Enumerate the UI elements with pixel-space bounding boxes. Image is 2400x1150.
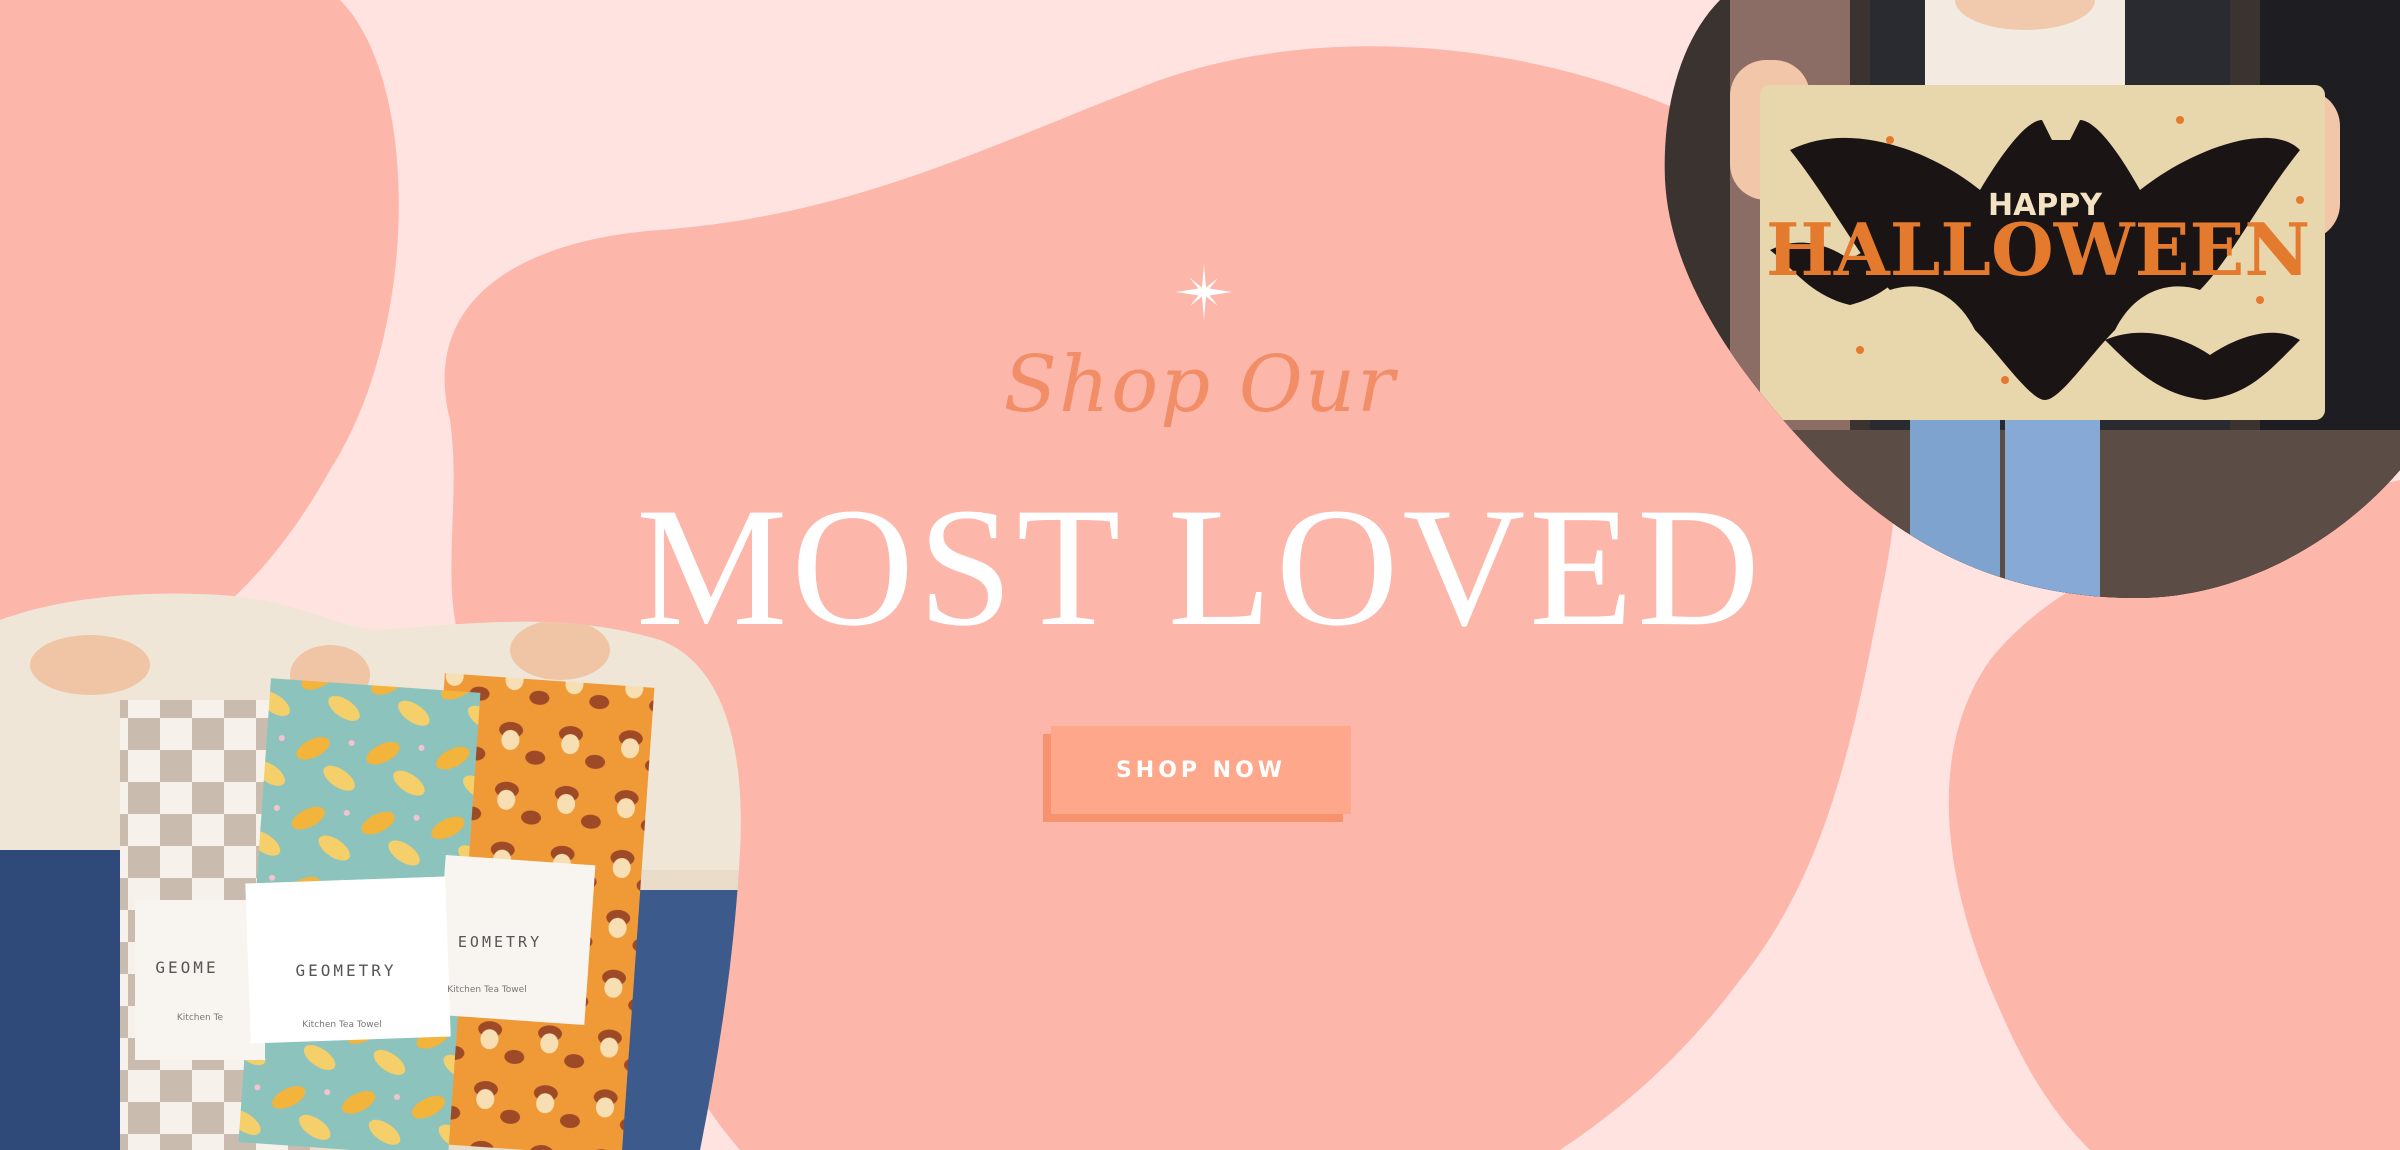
towel-brand-center: GEOMETRY [295, 961, 396, 980]
towel-product-left: Kitchen Te [177, 1013, 224, 1023]
towel-brand-right: EOMETRY [458, 933, 542, 951]
shop-now-button[interactable]: SHOP NOW [1051, 726, 1351, 814]
hero-content: Shop Our MOST LOVED SHOP NOW [560, 250, 1840, 850]
hero-banner: HAPPY HALLOWEEN GEOME Kitchen Te GEOMETR… [0, 0, 2400, 1150]
towel-product-center: Kitchen Tea Towel [302, 1020, 381, 1030]
towel-brand-left: GEOME [155, 958, 218, 977]
towel-product-right: Kitchen Tea Towel [447, 985, 526, 995]
sparkle-icon [1176, 264, 1232, 320]
main-heading: MOST LOVED [636, 473, 1764, 661]
blob-top-left [0, 0, 399, 660]
doormat-text-halloween: HALLOWEEN [1766, 207, 2310, 292]
script-heading: Shop Our [1003, 340, 1397, 430]
